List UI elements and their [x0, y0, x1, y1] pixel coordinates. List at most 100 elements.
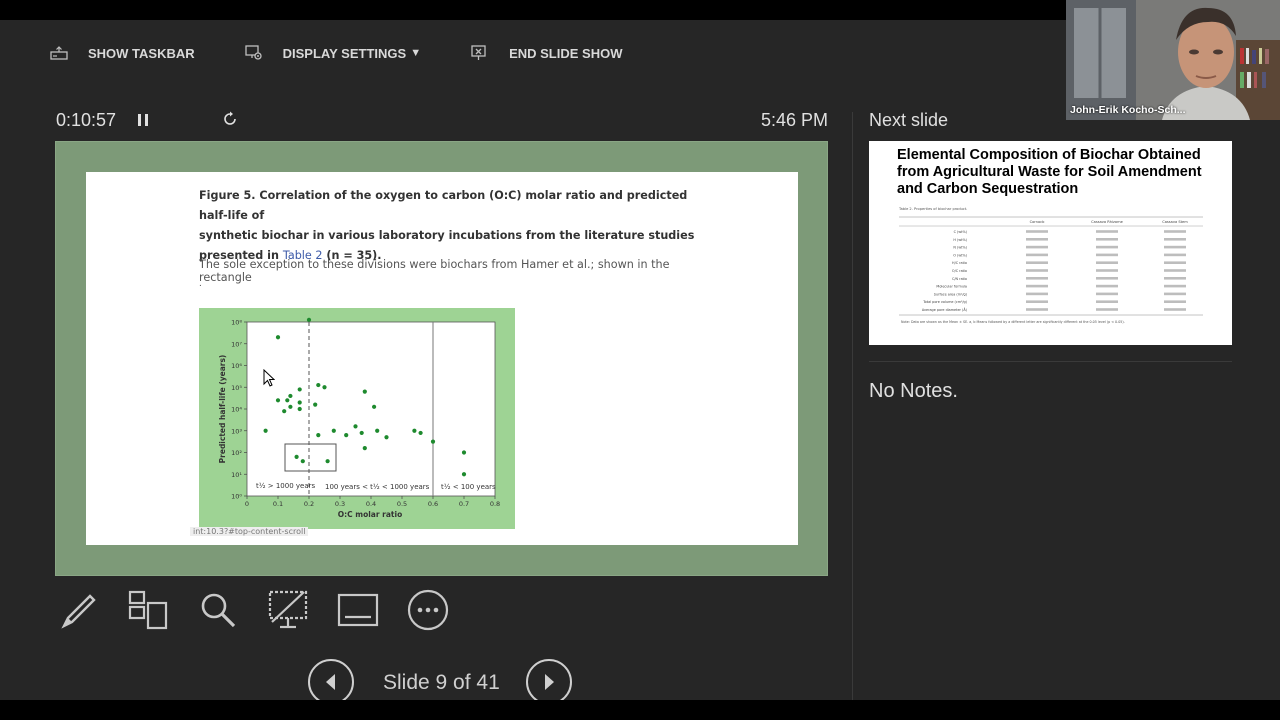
data-point — [306, 317, 312, 322]
table-column-header: Cassava Rhizome — [1091, 220, 1123, 224]
data-point — [297, 387, 302, 392]
table-cell-value — [1026, 269, 1048, 272]
table-cell-value — [1026, 253, 1048, 257]
y-tick-label: 10³ — [231, 427, 242, 435]
see-all-slides-button[interactable] — [125, 587, 171, 633]
data-point — [372, 404, 377, 409]
caption-line-2: synthetic biochar in various laboratory … — [199, 229, 695, 242]
figure-caption: Figure 5. Correlation of the oxygen to c… — [199, 186, 699, 266]
table-columns: Cornocb Cassava Rhizome Cassava Stem — [1030, 220, 1189, 224]
table-row-label: C (wt%) — [954, 230, 968, 234]
data-point — [282, 409, 287, 414]
subtitles-button[interactable] — [335, 587, 381, 633]
data-point — [294, 454, 299, 459]
table-rows: C (wt%) H (wt%) N (wt%) O (wt%) H/C ratio O/C… — [922, 230, 1186, 312]
table-cell-value — [1026, 261, 1048, 264]
presenter-toolbar: SHOW TASKBAR DISPLAY SETTINGS ▼ END SLID… — [50, 42, 672, 64]
caption-line-1: Figure 5. Correlation of the oxygen to c… — [199, 189, 688, 222]
data-point — [418, 430, 423, 436]
x-axis-ticks: 0 0.1 0.2 0.3 0.4 0.5 0.6 0.7 0.8 — [245, 496, 500, 508]
data-point — [275, 398, 281, 403]
webcam-participant-name: John-Erik Kocho-Sch... — [1070, 104, 1186, 116]
webcam-image — [1066, 0, 1280, 120]
show-taskbar-button[interactable]: SHOW TASKBAR — [50, 46, 195, 61]
speaker-notes[interactable]: No Notes. — [869, 380, 958, 403]
data-point — [359, 430, 364, 436]
restart-icon[interactable] — [222, 111, 238, 127]
data-point — [297, 406, 302, 412]
data-point — [300, 459, 305, 464]
table-cell-value — [1096, 261, 1118, 264]
region-label-2: 100 years < t½ < 1000 years — [325, 483, 430, 491]
display-settings-button[interactable]: DISPLAY SETTINGS ▼ — [244, 45, 421, 61]
elapsed-timer: 0:10:57 — [56, 110, 117, 130]
next-slide-thumbnail[interactable]: Elemental Composition of Biochar Obtaine… — [869, 141, 1232, 345]
table-row-label: H (wt%) — [953, 238, 967, 242]
data-point — [362, 446, 367, 451]
table-cell-value — [1164, 245, 1186, 249]
pen-tool-button[interactable] — [55, 587, 101, 633]
more-options-button[interactable] — [405, 587, 451, 633]
table-cell-value — [1164, 253, 1186, 257]
table-cell-value — [1026, 238, 1048, 241]
grid-slides-icon — [128, 590, 168, 630]
data-point — [331, 428, 336, 433]
zoom-button[interactable] — [195, 587, 241, 633]
table-row-label: O (wt%) — [953, 253, 967, 257]
x-tick-label: 0.7 — [459, 500, 469, 508]
plot-area — [246, 321, 496, 497]
chart-svg: 0 0.1 0.2 0.3 0.4 0.5 0.6 0.7 0.8 10⁰10¹10²10³10… — [218, 317, 500, 519]
subtitles-icon — [337, 593, 379, 627]
data-point — [384, 435, 389, 440]
table-caption: Table 2. Properties of biochar product. — [898, 207, 967, 211]
table-row-label: O/C ratio — [952, 269, 967, 273]
table-row-label: N (wt%) — [953, 246, 967, 250]
table-column-header: Cornocb — [1030, 220, 1046, 224]
previous-slide-button[interactable] — [308, 659, 354, 705]
y-axis-label: Predicted half-life (years) — [218, 355, 227, 464]
more-options-icon — [407, 589, 449, 631]
data-point — [325, 459, 330, 464]
next-slide-button[interactable] — [526, 659, 572, 705]
figure-note: The sole exception to these divisions we… — [199, 258, 670, 284]
data-point — [412, 428, 417, 433]
table-cell-value — [1026, 300, 1048, 303]
y-tick-label: 10² — [231, 449, 242, 457]
table-cell-value — [1164, 300, 1186, 303]
table-row-label: Total pore volume (cm³/g) — [922, 300, 967, 304]
display-settings-icon — [244, 45, 262, 60]
x-tick-label: 0.2 — [304, 500, 314, 508]
x-tick-label: 0.5 — [397, 500, 407, 508]
end-show-icon — [471, 45, 486, 60]
pause-icon[interactable] — [136, 113, 150, 127]
table-cell-value — [1164, 284, 1186, 288]
region-label-1: t½ > 1000 years — [256, 482, 316, 490]
black-screen-button[interactable] — [265, 587, 311, 633]
half-life-chart: 0 0.1 0.2 0.3 0.4 0.5 0.6 0.7 0.8 10⁰ 10¹ 10² 10³ 10… — [199, 308, 515, 529]
current-slide[interactable]: Figure 5. Correlation of the oxygen to c… — [55, 141, 828, 576]
table-cell-value — [1164, 230, 1186, 233]
notes-divider — [869, 361, 1232, 362]
data-point — [285, 398, 290, 403]
figure-note-dot: . — [199, 278, 202, 289]
bottom-black-bar — [0, 700, 1280, 720]
table-cell-value — [1096, 277, 1118, 280]
table-cell-value — [1096, 230, 1118, 233]
x-tick-label: 0.8 — [490, 500, 500, 508]
end-slide-show-button[interactable]: END SLIDE SHOW — [471, 45, 622, 61]
display-settings-label: DISPLAY SETTINGS — [282, 45, 407, 61]
table-cell-value — [1164, 292, 1186, 296]
data-point — [322, 385, 327, 390]
table-cell-value — [1096, 253, 1118, 257]
y-tick-label: 10⁵ — [231, 384, 242, 392]
data-point — [461, 450, 467, 455]
table-cell-value — [1164, 308, 1186, 311]
table-row-label: Molecular formula — [936, 285, 967, 289]
y-tick-label: 10⁸ — [231, 319, 242, 327]
x-tick-label: 0.4 — [366, 500, 376, 508]
y-tick-label: 10⁷ — [231, 340, 242, 348]
data-point — [430, 439, 436, 444]
table-cell-value — [1096, 292, 1118, 296]
panel-divider[interactable] — [852, 112, 853, 700]
slide-counter[interactable]: Slide 9 of 41 — [383, 671, 500, 695]
